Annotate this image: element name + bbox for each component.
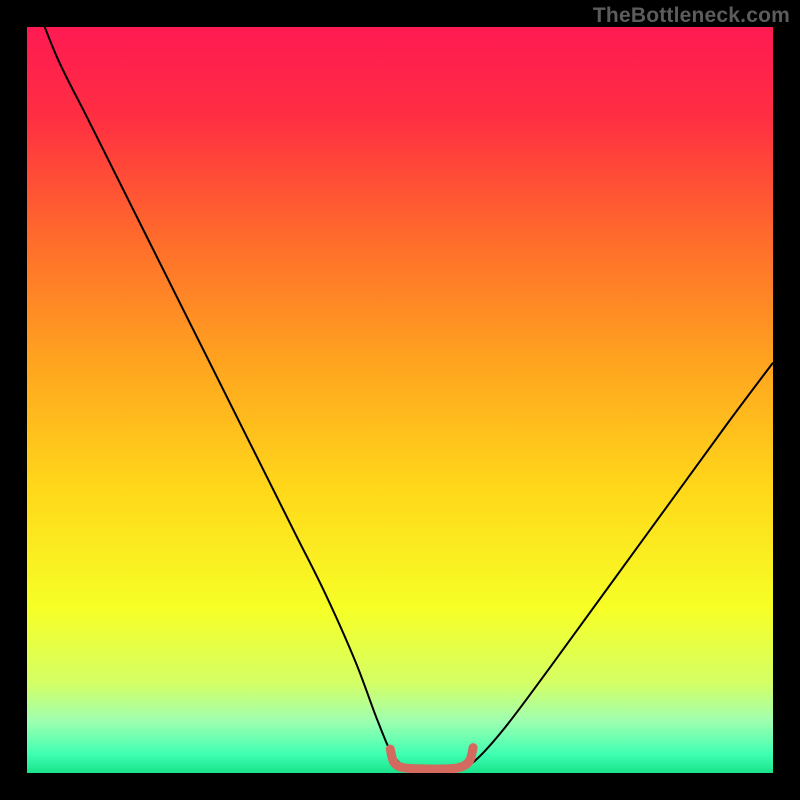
- chart-background: [27, 27, 773, 773]
- bottleneck-chart: [27, 27, 773, 773]
- outer-frame: TheBottleneck.com: [0, 0, 800, 800]
- watermark-text: TheBottleneck.com: [593, 4, 790, 28]
